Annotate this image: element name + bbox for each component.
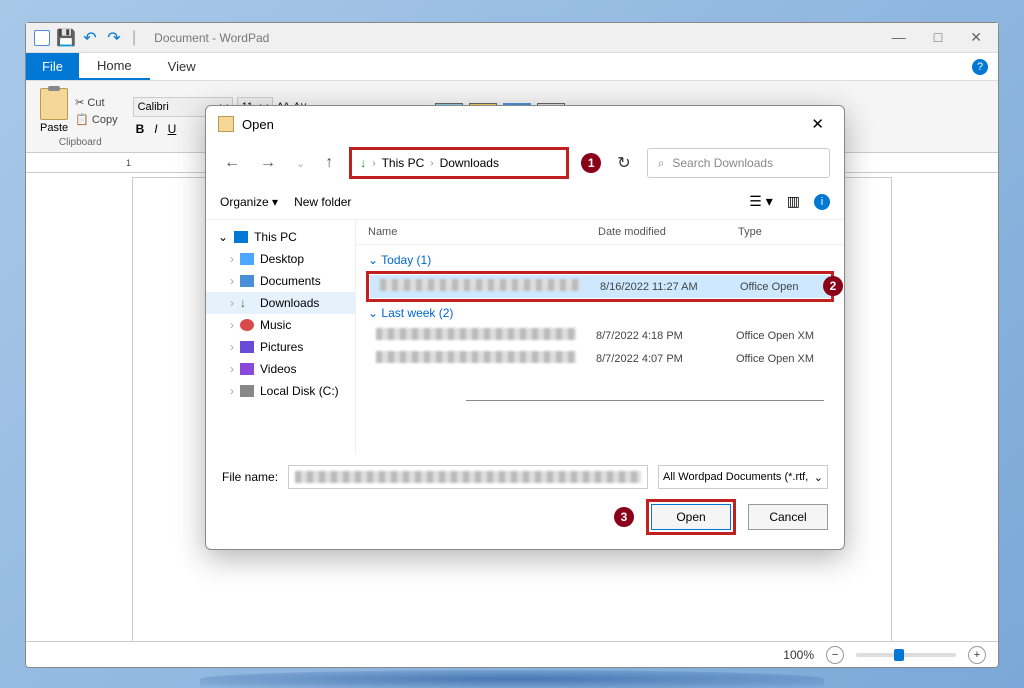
breadcrumb[interactable]: ↓ › This PC › Downloads bbox=[349, 147, 569, 179]
zoom-in-button[interactable]: + bbox=[968, 646, 986, 664]
tab-file[interactable]: File bbox=[26, 53, 79, 80]
col-date[interactable]: Date modified bbox=[598, 226, 738, 238]
view-options-button[interactable]: ☰ ▾ bbox=[749, 193, 772, 210]
close-button[interactable]: ✕ bbox=[970, 29, 982, 46]
breadcrumb-pc[interactable]: This PC bbox=[382, 156, 425, 170]
open-button[interactable]: Open bbox=[651, 504, 731, 530]
bold-button[interactable]: B bbox=[133, 121, 148, 137]
nav-forward-button[interactable]: → bbox=[256, 152, 280, 174]
copy-button[interactable]: 📋 Copy bbox=[72, 112, 120, 127]
zoom-label: 100% bbox=[783, 648, 814, 662]
redo-icon[interactable]: ↷ bbox=[106, 30, 122, 46]
file-row[interactable]: 8/7/2022 4:18 PM Office Open XM bbox=[366, 324, 834, 347]
dialog-titlebar: Open ✕ bbox=[206, 106, 844, 142]
search-icon: ⌕ bbox=[658, 156, 665, 171]
dialog-footer: File name: All Wordpad Documents (*.rtf,… bbox=[206, 454, 844, 549]
dialog-icon bbox=[218, 116, 234, 132]
tree-music[interactable]: ›Music bbox=[206, 314, 355, 336]
file-list: Name Date modified Type ⌄ Today (1) 8/16… bbox=[356, 220, 844, 454]
dialog-nav: ← → ⌄ ↑ ↓ › This PC › Downloads 1 ↻ ⌕ Se… bbox=[206, 142, 844, 184]
organize-button[interactable]: Organize ▾ bbox=[220, 195, 278, 209]
tree-desktop[interactable]: ›Desktop bbox=[206, 248, 355, 270]
cancel-button[interactable]: Cancel bbox=[748, 504, 828, 530]
preview-pane-button[interactable]: ▥ bbox=[787, 193, 800, 210]
underline-button[interactable]: U bbox=[165, 121, 180, 137]
search-input[interactable]: ⌕ Search Downloads bbox=[647, 148, 830, 178]
group-last-week[interactable]: ⌄ Last week (2) bbox=[366, 302, 834, 324]
help-icon[interactable]: ? bbox=[972, 59, 988, 75]
new-folder-button[interactable]: New folder bbox=[294, 195, 351, 209]
tree-videos[interactable]: ›Videos bbox=[206, 358, 355, 380]
group-today[interactable]: ⌄ Today (1) bbox=[366, 249, 834, 271]
app-icon bbox=[34, 30, 50, 46]
tree-pictures[interactable]: ›Pictures bbox=[206, 336, 355, 358]
annotation-3: 3 bbox=[614, 507, 634, 527]
tab-view[interactable]: View bbox=[150, 53, 214, 80]
file-name-blurred bbox=[376, 351, 576, 363]
file-row[interactable]: 8/16/2022 11:27 AM Office Open bbox=[370, 275, 830, 298]
annotation-2: 2 bbox=[823, 276, 843, 296]
filename-label: File name: bbox=[222, 470, 278, 484]
file-row[interactable]: 8/7/2022 4:07 PM Office Open XM bbox=[366, 347, 834, 370]
dialog-toolbar: Organize ▾ New folder ☰ ▾ ▥ i bbox=[206, 184, 844, 220]
desktop-wallpaper-wave bbox=[200, 670, 824, 688]
paste-button[interactable]: Paste bbox=[40, 88, 68, 134]
dialog-close-button[interactable]: ✕ bbox=[803, 111, 832, 137]
minimize-button[interactable]: — bbox=[892, 29, 906, 46]
clipboard-group-label: Clipboard bbox=[59, 137, 102, 148]
italic-button[interactable]: I bbox=[151, 121, 160, 137]
dialog-title: Open bbox=[242, 117, 274, 132]
zoom-out-button[interactable]: − bbox=[826, 646, 844, 664]
nav-tree: ⌄This PC ›Desktop ›Documents ›↓Downloads… bbox=[206, 220, 356, 454]
nav-back-button[interactable]: ← bbox=[220, 152, 244, 174]
nav-up-button[interactable]: ↑ bbox=[321, 152, 337, 174]
titlebar: 💾 ↶ ↷ | Document - WordPad — □ ✕ bbox=[26, 23, 998, 53]
filetype-select[interactable]: All Wordpad Documents (*.rtf, ⌄ bbox=[658, 465, 828, 489]
undo-icon[interactable]: ↶ bbox=[82, 30, 98, 46]
statusbar: 100% − + bbox=[26, 641, 998, 667]
refresh-button[interactable]: ↻ bbox=[613, 151, 634, 175]
downloads-icon: ↓ bbox=[360, 156, 366, 170]
save-icon[interactable]: 💾 bbox=[58, 30, 74, 46]
file-name-blurred bbox=[380, 279, 580, 291]
clipboard-icon bbox=[40, 88, 68, 120]
tree-documents[interactable]: ›Documents bbox=[206, 270, 355, 292]
tree-local-disk[interactable]: ›Local Disk (C:) bbox=[206, 380, 355, 402]
maximize-button[interactable]: □ bbox=[934, 29, 942, 46]
ribbon-tabs: File Home View ? bbox=[26, 53, 998, 81]
col-name[interactable]: Name bbox=[368, 226, 598, 238]
breadcrumb-downloads[interactable]: Downloads bbox=[440, 156, 499, 170]
open-dialog: Open ✕ ← → ⌄ ↑ ↓ › This PC › Downloads 1… bbox=[205, 105, 845, 550]
annotation-1: 1 bbox=[581, 153, 601, 173]
tree-downloads[interactable]: ›↓Downloads bbox=[206, 292, 355, 314]
window-title: Document - WordPad bbox=[154, 31, 269, 45]
cut-button[interactable]: ✂ Cut bbox=[72, 95, 120, 110]
col-type[interactable]: Type bbox=[738, 226, 832, 238]
nav-dropdown-icon[interactable]: ⌄ bbox=[292, 155, 309, 172]
zoom-slider[interactable] bbox=[856, 653, 956, 657]
tree-this-pc[interactable]: ⌄This PC bbox=[206, 226, 355, 248]
info-badge[interactable]: i bbox=[814, 194, 830, 210]
file-name-blurred bbox=[376, 328, 576, 340]
filename-input[interactable] bbox=[288, 465, 648, 489]
tab-home[interactable]: Home bbox=[79, 53, 150, 80]
